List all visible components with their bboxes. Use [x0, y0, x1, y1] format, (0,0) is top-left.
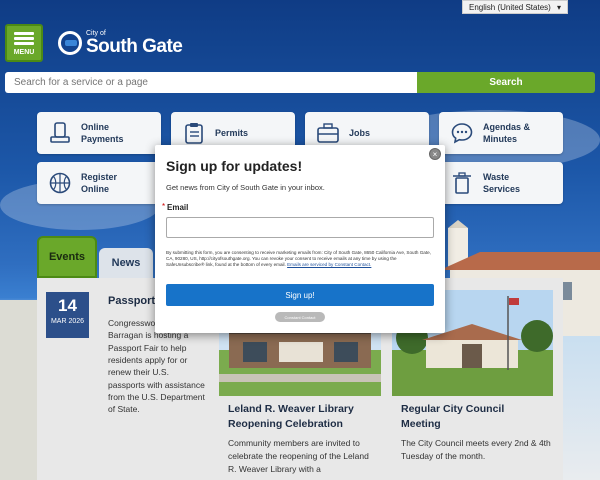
hamburger-icon	[14, 30, 34, 47]
tab-events[interactable]: Events	[37, 236, 97, 278]
close-icon[interactable]: ×	[429, 148, 441, 160]
event-description: Community members are invited to celebra…	[228, 438, 369, 474]
modal-title: Sign up for updates!	[166, 158, 303, 174]
language-label: English (United States)	[469, 2, 551, 12]
event-title[interactable]: Passport	[108, 295, 155, 307]
basketball-icon	[49, 172, 71, 194]
event-description: The City Council meets every 2nd & 4th T…	[401, 438, 551, 461]
menu-label: MENU	[13, 49, 35, 56]
payment-terminal-icon	[49, 122, 71, 144]
tile-label: Waste	[483, 171, 510, 182]
chat-bubble-icon	[451, 122, 473, 144]
tile-agendas-minutes[interactable]: Agendas & Minutes	[439, 112, 563, 154]
event-title[interactable]: Leland R. Weaver Library Reopening Celeb…	[228, 402, 354, 432]
tile-label: Register	[81, 171, 118, 182]
tile-label: Jobs	[349, 127, 371, 138]
email-label: Email	[167, 203, 189, 212]
event-title-line: Regular City Council	[401, 403, 505, 415]
tile-label: Payments	[81, 134, 124, 144]
tile-online-payments[interactable]: Online Payments	[37, 112, 161, 154]
chevron-down-icon: ▾	[556, 2, 561, 12]
search-button[interactable]: Search	[417, 72, 595, 93]
trash-can-icon	[451, 172, 473, 194]
event-day: 14	[58, 296, 77, 315]
constant-contact-badge[interactable]: Constant Contact	[275, 312, 325, 322]
tile-label: Permits	[215, 127, 249, 138]
tile-waste-services[interactable]: Waste Services	[439, 162, 563, 204]
modal-subtitle: Get news from City of South Gate in your…	[166, 183, 325, 192]
tab-news[interactable]: News	[99, 248, 153, 278]
email-field[interactable]	[166, 217, 434, 238]
logo-mark-icon	[58, 31, 82, 55]
tile-label: Online	[81, 121, 110, 132]
signup-button[interactable]: Sign up!	[166, 284, 434, 306]
signup-modal: × Sign up for updates! Get news from Cit…	[155, 145, 445, 333]
consent-text: By submitting this form, you are consent…	[166, 250, 431, 267]
menu-button[interactable]: MENU	[5, 24, 43, 62]
event-title-line: Meeting	[401, 418, 441, 431]
tile-label: Services	[483, 184, 521, 194]
constant-contact-link[interactable]: Emails are serviced by Constant Contact.	[287, 262, 371, 267]
event-title[interactable]: Regular City Council Meeting	[401, 402, 504, 432]
tile-label: Agendas &	[483, 121, 531, 132]
logo-name-text: South Gate	[86, 36, 183, 57]
tile-label: Minutes	[483, 134, 518, 144]
required-asterisk: *	[162, 202, 166, 211]
language-selector[interactable]: English (United States) ▾	[462, 0, 568, 14]
event-date: 14 MAR 2026	[46, 292, 89, 338]
clipboard-icon	[183, 122, 205, 144]
event-title-line: Leland R. Weaver Library	[228, 403, 354, 415]
city-logo[interactable]: City of South Gate	[58, 30, 183, 57]
briefcase-icon	[317, 122, 339, 144]
event-title-line: Reopening Celebration	[228, 418, 343, 431]
left-building-image	[0, 300, 37, 480]
event-month: MAR 2026	[50, 318, 85, 325]
tile-register-online[interactable]: Register Online	[37, 162, 161, 204]
tile-label: Online	[81, 184, 110, 194]
search-input[interactable]	[5, 72, 417, 93]
